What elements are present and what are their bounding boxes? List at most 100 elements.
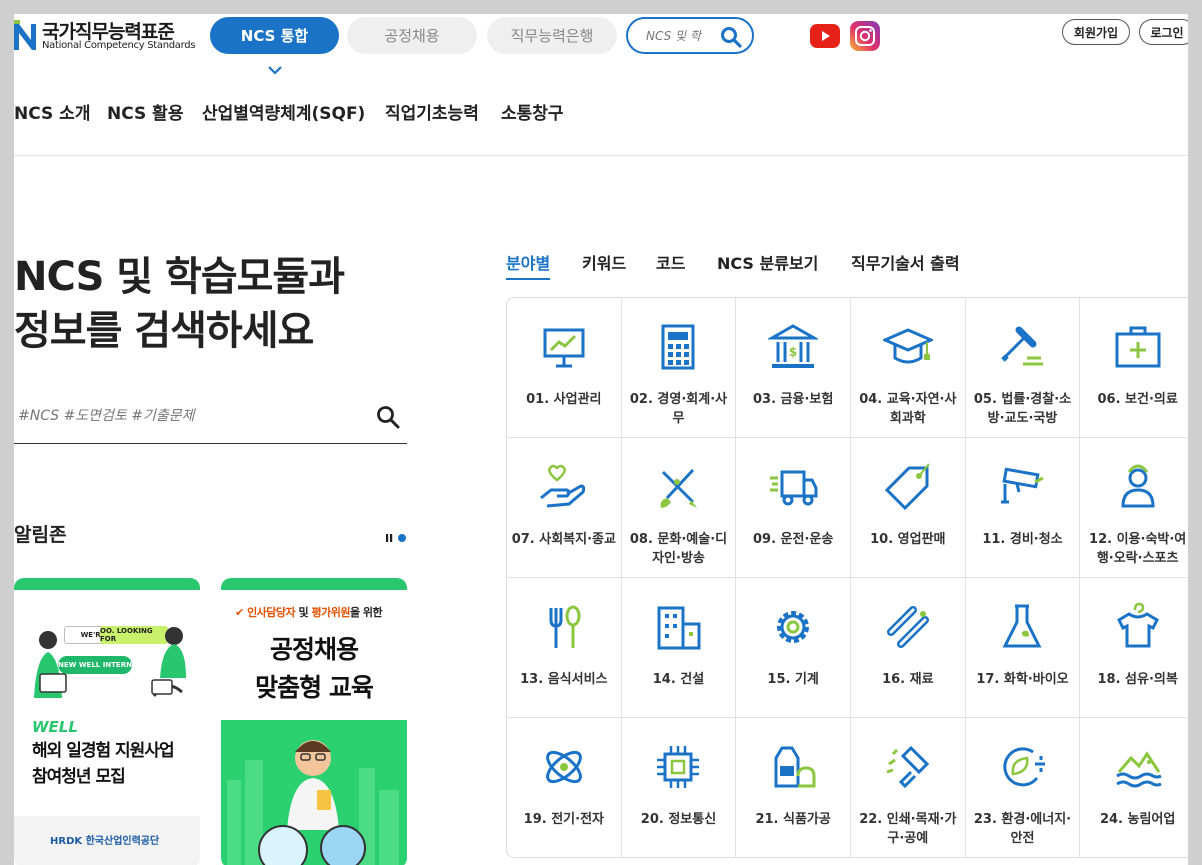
tab-keyword[interactable]: 키워드 <box>582 250 626 274</box>
card1-org: HRDK 한국산업인력공단 <box>50 836 160 847</box>
search-icon[interactable] <box>375 404 401 430</box>
category-label: 22. 인쇄·목재·가구·공예 <box>859 812 957 846</box>
category-item[interactable]: 14. 건설 <box>621 578 737 718</box>
category-label: 07. 사회복지·종교 <box>511 532 616 547</box>
category-item[interactable]: 09. 운전·운송 <box>736 438 851 578</box>
cctv-camera-icon <box>1001 467 1045 504</box>
category-item[interactable]: 24. 농림어업 <box>1080 718 1188 857</box>
category-label: 08. 문화·예술·디자인·방송 <box>629 532 728 566</box>
category-item[interactable]: 16. 재료 <box>850 578 966 718</box>
category-grid: 01. 사업관리 02. 경영·회계·사무 $03. 금융·보험 04. 교육·자연·… <box>506 297 1188 858</box>
category-label: 02. 경영·회계·사무 <box>629 392 728 426</box>
category-label: 16. 재료 <box>882 672 934 687</box>
card2-line2: 맞춤형 교육 <box>255 673 374 702</box>
food-pack-icon <box>774 746 816 788</box>
category-item[interactable]: 11. 경비·청소 <box>965 438 1081 578</box>
youtube-icon[interactable] <box>810 21 840 51</box>
heart-hand-icon <box>539 464 585 508</box>
category-item[interactable]: 20. 정보통신 <box>622 718 737 857</box>
chip-icon <box>657 746 700 788</box>
category-item[interactable]: 23. 환경·에너지·안전 <box>966 718 1081 857</box>
card1-line1: 해외 일경험 지원사업 <box>32 741 175 761</box>
category-item[interactable]: 04. 교육·자연·사회과학 <box>850 298 966 438</box>
join-button[interactable]: 회원가입 <box>1062 19 1130 45</box>
category-item[interactable]: 15. 기계 <box>736 578 851 718</box>
gnb-ncs-intro[interactable]: NCS 소개 <box>14 99 90 124</box>
main-search <box>14 396 407 444</box>
logo-title-en: National Competency Standards <box>42 40 196 51</box>
hero-title-line1: NCS 및 학습모듈과 <box>14 254 345 300</box>
card2-tagline: ✔ 인사담당자 및 평가위원을 위한 <box>235 606 383 619</box>
header-search-input[interactable] <box>646 27 716 45</box>
category-item[interactable]: 06. 보건·의료 <box>1080 298 1188 438</box>
brush-pencil-icon <box>661 468 698 508</box>
category-label: 05. 법률·경찰·소방·교도·국방 <box>973 392 1072 426</box>
logo[interactable]: 국가직무능력표준 National Competency Standards <box>14 14 196 58</box>
presentation-board-icon <box>543 328 585 368</box>
truck-icon <box>770 470 818 506</box>
login-button[interactable]: 로그인 <box>1139 19 1188 45</box>
pause-icon[interactable] <box>386 533 406 543</box>
header-divider <box>14 155 1188 156</box>
gnb-ncs-use[interactable]: NCS 활용 <box>107 99 183 124</box>
category-item[interactable]: 01. 사업관리 <box>507 298 622 438</box>
category-item[interactable]: 21. 식품가공 <box>736 718 851 857</box>
category-label: 18. 섬유·의복 <box>1097 672 1178 687</box>
category-label: 03. 금융·보험 <box>752 392 834 407</box>
category-item[interactable]: 10. 영업판매 <box>850 438 966 578</box>
category-label: 09. 운전·운송 <box>752 532 834 547</box>
svg-text:$: $ <box>789 345 797 359</box>
tab-job-description-print[interactable]: 직무기술서 출력 <box>851 250 960 274</box>
bank-icon: $ <box>768 324 819 368</box>
card1-line2: 참여청년 모집 <box>32 767 126 787</box>
category-item[interactable]: 13. 음식서비스 <box>507 578 622 718</box>
hero-title: NCS 및 학습모듈과 정보를 검색하세요 <box>14 250 345 358</box>
category-label: 12. 이용·숙박·여행·오락·스포츠 <box>1089 532 1187 566</box>
category-label: 24. 농림어업 <box>1099 812 1176 827</box>
category-item[interactable]: 18. 섬유·의복 <box>1080 578 1188 718</box>
card1-brand: WELL <box>32 718 78 736</box>
eco-plug-icon <box>1003 747 1046 787</box>
category-label: 10. 영업판매 <box>870 532 946 547</box>
gnb-basic-competency[interactable]: 직업기초능력 <box>385 99 479 124</box>
card2-tag-b: 평가위원 <box>311 606 350 619</box>
graduation-cap-icon <box>882 328 933 364</box>
category-item[interactable]: 08. 문화·예술·디자인·방송 <box>621 438 737 578</box>
chevron-down-icon[interactable] <box>267 64 283 76</box>
gavel-icon <box>1001 326 1044 366</box>
header-search <box>626 17 754 54</box>
category-item[interactable]: 02. 경영·회계·사무 <box>621 298 737 438</box>
service-fair-hiring-button[interactable]: 공정채용 <box>347 17 477 54</box>
tab-code[interactable]: 코드 <box>656 250 685 274</box>
category-item[interactable]: 19. 전기·전자 <box>507 718 622 857</box>
category-label: 21. 식품가공 <box>755 812 831 827</box>
hero-title-line2: 정보를 검색하세요 <box>14 308 314 354</box>
category-item[interactable]: 12. 이용·숙박·여행·오락·스포츠 <box>1080 438 1188 578</box>
tab-ncs-classification[interactable]: NCS 분류보기 <box>717 250 818 274</box>
instagram-icon[interactable] <box>850 21 880 51</box>
category-label: 01. 사업관리 <box>526 392 602 407</box>
flask-icon <box>1003 604 1042 648</box>
service-ncs-button[interactable]: NCS 통합 <box>210 17 339 54</box>
service-competency-bank-button[interactable]: 직무능력은행 <box>487 17 617 54</box>
tab-by-field[interactable]: 분야별 <box>506 250 551 280</box>
search-icon[interactable] <box>720 26 742 48</box>
page: 국가직무능력표준 National Competency Standards N… <box>14 14 1188 865</box>
category-item[interactable]: 22. 인쇄·목재·가구·공예 <box>851 718 966 857</box>
card2-line1: 공정채용 <box>269 635 359 664</box>
category-label: 20. 정보통신 <box>640 812 717 827</box>
notice-card-fair-hiring[interactable]: ✔ 인사담당자 및 평가위원을 위한 공정채용 맞춤형 교육 <box>221 578 407 865</box>
category-item[interactable]: 07. 사회복지·종교 <box>507 438 622 578</box>
shirt-icon <box>1116 602 1159 648</box>
gnb-communication[interactable]: 소통창구 <box>501 99 564 124</box>
gnb-sqf[interactable]: 산업별역량체계(SQF) <box>202 99 365 124</box>
building-icon <box>657 606 701 650</box>
notice-card-well-intern[interactable]: WE'RE OO. LOOKING FOR NEW WELL INTERN WE… <box>14 578 200 865</box>
main-search-input[interactable] <box>18 406 338 426</box>
category-item[interactable]: 17. 화학·바이오 <box>965 578 1081 718</box>
mascot-illustration-icon <box>227 740 399 865</box>
ncs-logo-icon <box>14 20 36 50</box>
category-item[interactable]: 05. 법률·경찰·소방·교도·국방 <box>965 298 1081 438</box>
category-label: 04. 교육·자연·사회과학 <box>859 392 957 426</box>
category-item[interactable]: $03. 금융·보험 <box>736 298 851 438</box>
